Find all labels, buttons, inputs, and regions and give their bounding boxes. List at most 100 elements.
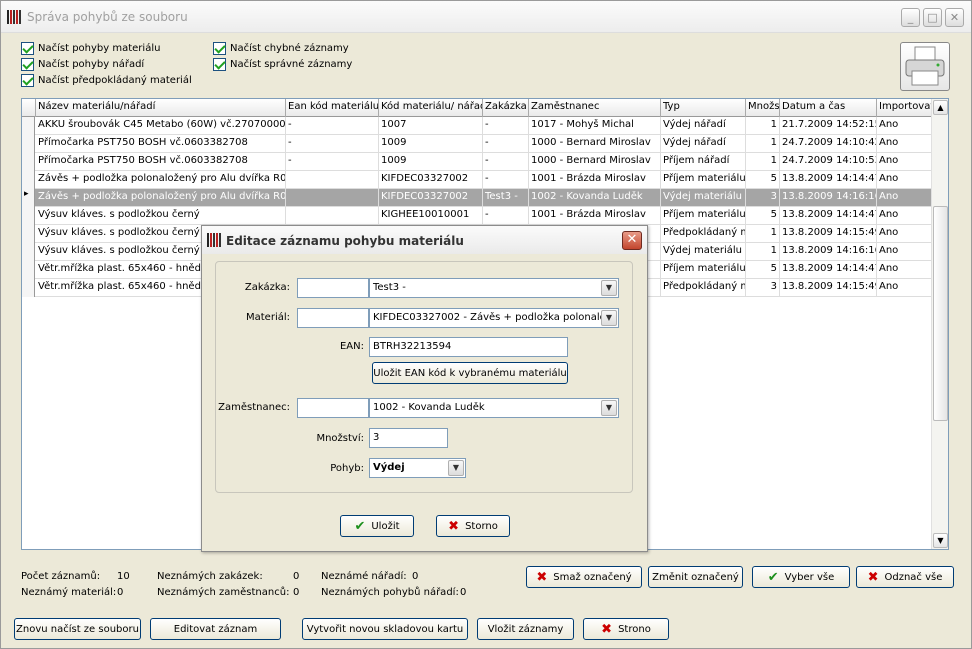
table-cell: Test3 - <box>483 189 529 207</box>
table-cell: 1 <box>746 225 780 243</box>
scroll-thumb[interactable] <box>933 206 948 421</box>
minimize-button[interactable]: _ <box>901 8 920 27</box>
row-indicator[interactable] <box>22 225 35 243</box>
grid-scrollbar[interactable]: ▲ ▼ <box>931 99 948 549</box>
table-cell: - <box>483 171 529 189</box>
combo-value: KIFDEC03327002 - Závěs + podložka polona… <box>373 312 601 323</box>
table-cell: 1 <box>746 135 780 153</box>
header-cell[interactable]: Ean kód materiálu <box>286 99 379 117</box>
dialog-title: Editace záznamu pohybu materiálu <box>226 234 464 248</box>
load-expected-checkbox[interactable]: Načíst předpokládaný materiál <box>21 73 192 87</box>
x-icon: ✖ <box>867 569 879 585</box>
change-marked-button[interactable]: Změnit označený <box>648 566 743 588</box>
button-label: Změnit označený <box>652 571 739 583</box>
load-material-checkbox[interactable]: Načíst pohyby materiálu <box>21 41 160 55</box>
button-label: Vložit záznamy <box>487 623 564 635</box>
scroll-down-icon[interactable]: ▼ <box>933 533 948 548</box>
row-indicator[interactable] <box>22 261 35 279</box>
header-cell[interactable]: Kód materiálu/ nářadí <box>379 99 483 117</box>
table-cell: 24.7.2009 14:10:53 <box>780 153 877 171</box>
chevron-down-icon[interactable]: ▼ <box>448 460 464 476</box>
select-all-button[interactable]: ✔ Vyber vše <box>752 566 850 588</box>
table-cell: 5 <box>746 171 780 189</box>
table-row[interactable]: ▸ Závěs + podložka polonaložený pro Alu d… <box>22 189 932 207</box>
load-errors-checkbox[interactable]: Načíst chybné záznamy <box>213 41 349 55</box>
row-indicator[interactable] <box>22 135 35 153</box>
dialog-ok-button[interactable]: ✔ Uložit <box>340 515 414 537</box>
table-cell: 13.8.2009 14:15:49 <box>780 225 877 243</box>
table-row[interactable]: Přímočarka PST750 BOSH vč.0603382708-100… <box>22 153 932 171</box>
order-code-field[interactable] <box>297 278 369 298</box>
dialog-close-icon[interactable]: ✕ <box>622 231 642 250</box>
table-cell: 1000 - Bernard Miroslav <box>529 135 661 153</box>
load-tools-checkbox[interactable]: Načíst pohyby nářadí <box>21 57 144 71</box>
order-combo[interactable]: Test3 - ▼ <box>369 278 619 298</box>
header-cell[interactable]: Datum a čas <box>780 99 877 117</box>
table-row[interactable]: AKKU šroubovák C45 Metabo (60W) vč.27070… <box>22 117 932 135</box>
button-label: Odznač vše <box>884 571 943 583</box>
table-cell: AKKU šroubovák C45 Metabo (60W) vč.27070… <box>36 117 286 135</box>
table-cell: 1000 - Bernard Miroslav <box>529 153 661 171</box>
unknown-employees-label: Neznámých zaměstnanců: <box>157 587 290 598</box>
employee-code-field[interactable] <box>297 398 369 418</box>
table-cell: Výsuv kláves. s podložkou černý <box>36 207 286 225</box>
table-cell: Ano <box>877 279 932 297</box>
row-indicator[interactable]: ▸ <box>22 189 35 207</box>
employee-combo[interactable]: 1002 - Kovanda Luděk ▼ <box>369 398 619 418</box>
table-row[interactable]: Přímočarka PST750 BOSH vč.0603382708-100… <box>22 135 932 153</box>
dialog-cancel-button[interactable]: ✖ Storno <box>436 515 510 537</box>
button-label: Editovat záznam <box>173 623 258 635</box>
table-row[interactable]: Výsuv kláves. s podložkou černý KIGHEE100… <box>22 207 932 225</box>
chevron-down-icon[interactable]: ▼ <box>601 280 617 296</box>
checkbox-check-icon <box>213 41 226 55</box>
button-label: Smaž označený <box>553 571 632 583</box>
table-cell: Ano <box>877 117 932 135</box>
print-button[interactable] <box>900 42 950 91</box>
table-cell: - <box>483 135 529 153</box>
row-indicator[interactable] <box>22 117 35 135</box>
row-indicator[interactable] <box>22 171 35 189</box>
table-cell: 1002 - Kovanda Luděk <box>529 189 661 207</box>
move-combo[interactable]: Výdej ▼ <box>369 458 466 478</box>
row-indicator[interactable] <box>22 153 35 171</box>
row-indicator[interactable] <box>22 243 35 261</box>
maximize-button[interactable]: □ <box>923 8 942 27</box>
scroll-up-icon[interactable]: ▲ <box>933 100 948 115</box>
chevron-down-icon[interactable]: ▼ <box>601 400 617 416</box>
edit-record-button[interactable]: Editovat záznam <box>150 618 281 640</box>
edit-dialog: Editace záznamu pohybu materiálu ✕ Zakáz… <box>201 225 648 552</box>
chevron-down-icon[interactable]: ▼ <box>601 310 617 326</box>
save-ean-button[interactable]: Uložit EAN kód k vybranému materiálu <box>372 362 568 384</box>
row-indicator[interactable] <box>22 207 35 225</box>
table-cell: 1007 <box>379 117 483 135</box>
load-correct-checkbox[interactable]: Načíst správné záznamy <box>213 57 352 71</box>
cancel-button[interactable]: ✖ Strono <box>583 618 669 640</box>
table-cell: 1 <box>746 117 780 135</box>
ean-field[interactable]: BTRH32213594 <box>369 337 568 357</box>
table-row[interactable]: Závěs + podložka polonaložený pro Alu dv… <box>22 171 932 189</box>
table-cell: Předpokládaný m <box>661 279 746 297</box>
button-label: Storno <box>465 520 498 532</box>
title-bar: Správa pohybů ze souboru _ □ ✕ <box>1 1 971 33</box>
insert-records-button[interactable]: Vložit záznamy <box>477 618 574 640</box>
header-cell[interactable]: Importovat <box>877 99 932 117</box>
table-cell: Závěs + podložka polonaložený pro Alu dv… <box>36 171 286 189</box>
header-cell[interactable]: Typ <box>661 99 746 117</box>
checkbox-check-icon <box>21 57 34 71</box>
row-indicator[interactable] <box>22 279 35 297</box>
header-cell[interactable]: Zaměstnanec <box>529 99 661 117</box>
close-button[interactable]: ✕ <box>945 8 964 27</box>
deselect-all-button[interactable]: ✖ Odznač vše <box>856 566 954 588</box>
table-cell <box>286 189 379 207</box>
delete-marked-button[interactable]: ✖ Smaž označený <box>526 566 642 588</box>
header-cell[interactable]: Množs <box>746 99 780 117</box>
reload-button[interactable]: Znovu načíst ze souboru <box>14 618 141 640</box>
button-label: Uložit EAN kód k vybranému materiálu <box>373 367 567 379</box>
material-combo[interactable]: KIFDEC03327002 - Závěs + podložka polona… <box>369 308 619 328</box>
header-cell[interactable]: Zakázka <box>483 99 529 117</box>
quantity-field[interactable]: 3 <box>369 428 448 448</box>
material-code-field[interactable] <box>297 308 369 328</box>
header-cell[interactable]: Název materiálu/nářadí <box>36 99 286 117</box>
table-cell: Příjem nářadí <box>661 153 746 171</box>
new-card-button[interactable]: Vytvořit novou skladovou kartu <box>302 618 468 640</box>
